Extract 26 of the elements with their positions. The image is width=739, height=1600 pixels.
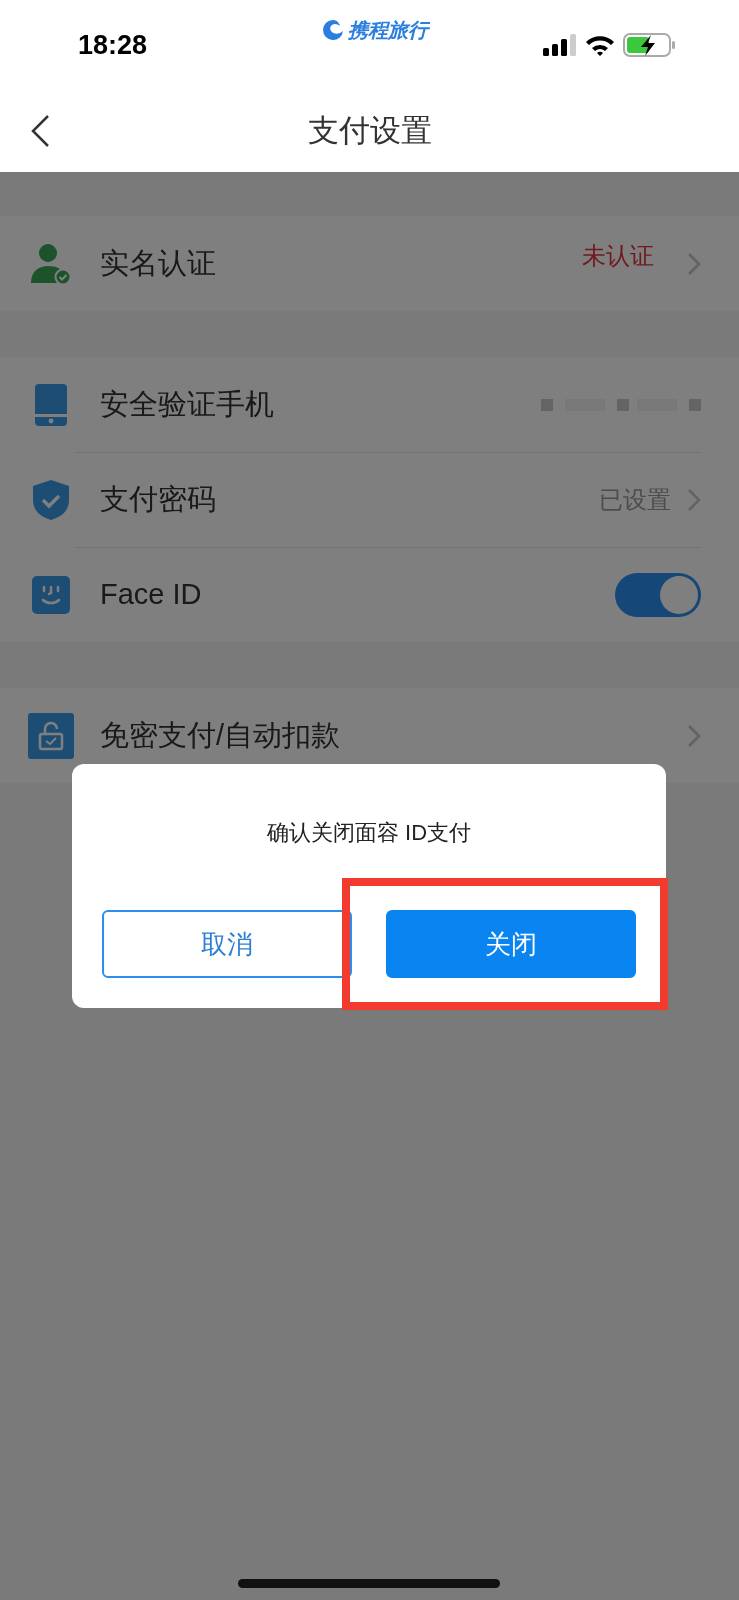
wifi-icon	[585, 34, 615, 56]
app-name: 携程旅行	[348, 18, 429, 43]
chevron-right-icon	[687, 723, 701, 748]
status-time: 18:28	[78, 28, 148, 62]
cancel-button[interactable]: 取消	[102, 910, 352, 978]
setting-label: 实名认证	[100, 245, 217, 281]
dialog-message: 确认关闭面容 ID支付	[266, 820, 472, 845]
signal-icon	[543, 34, 577, 56]
setting-label: 支付密码	[100, 482, 217, 518]
chevron-right-icon	[687, 488, 701, 512]
lock-icon	[28, 712, 74, 759]
chevron-right-icon	[687, 251, 701, 276]
confirm-button[interactable]: 关闭	[386, 910, 636, 978]
page-title: 支付设置	[307, 111, 432, 150]
phone-icon	[35, 383, 67, 426]
user-verified-icon	[31, 242, 71, 285]
setting-value: 未认证	[581, 240, 655, 271]
shield-check-icon	[33, 479, 69, 520]
face-icon	[32, 575, 70, 614]
back-icon[interactable]	[30, 114, 50, 148]
setting-label: 免密支付/自动扣款	[100, 717, 342, 753]
battery-charging-icon	[623, 33, 675, 57]
toggle-switch[interactable]	[615, 573, 701, 617]
setting-label: Face ID	[100, 577, 203, 613]
pixelated-phone-number-icon	[541, 398, 701, 411]
setting-label: 安全验证手机	[100, 386, 275, 422]
